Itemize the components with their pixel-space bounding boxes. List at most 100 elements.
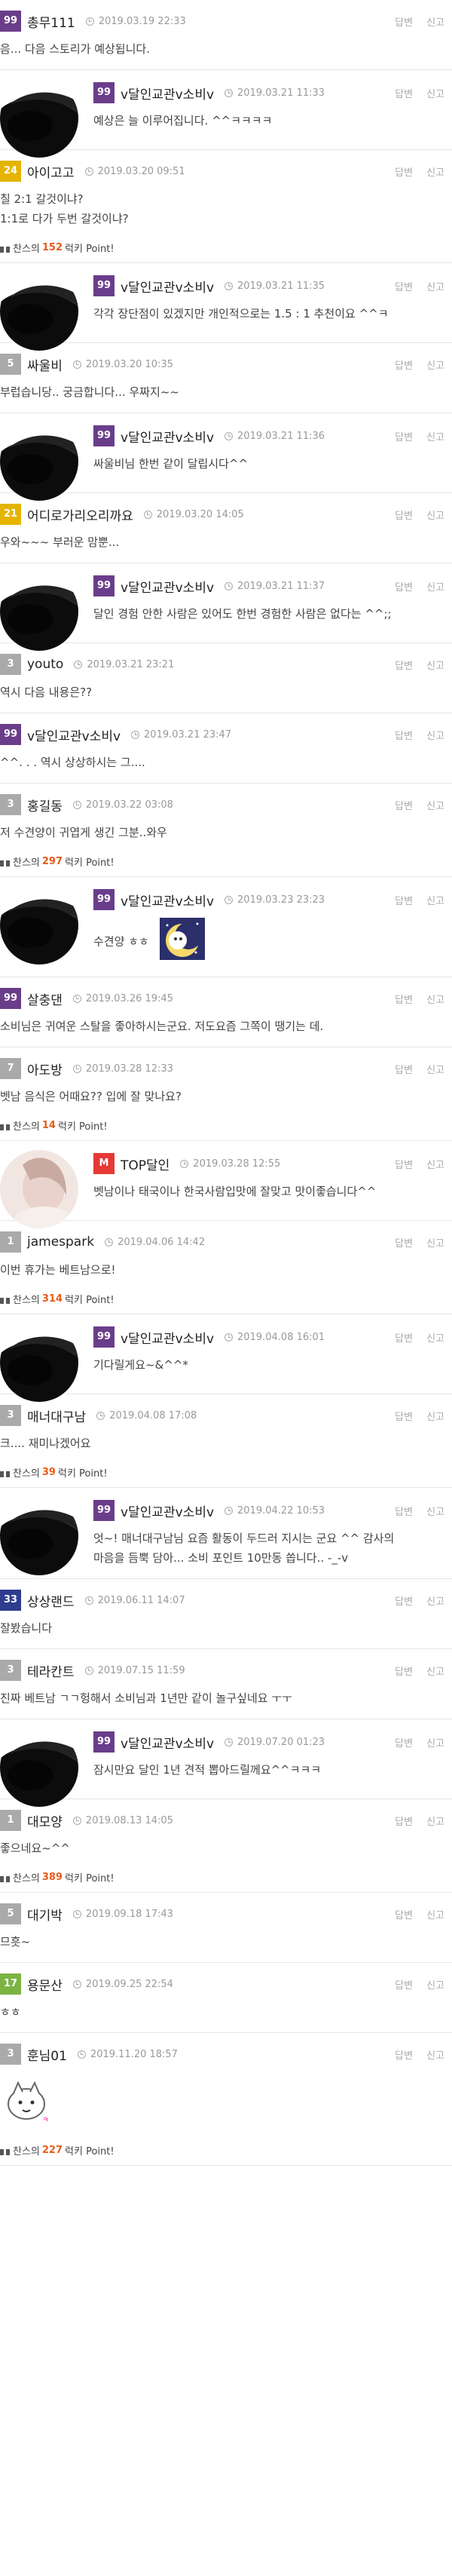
report-button[interactable]: 신고	[426, 1735, 444, 1750]
avatar[interactable]	[0, 1728, 78, 1807]
author-name[interactable]: 훈님01	[27, 2045, 67, 2064]
report-button[interactable]: 신고	[426, 1907, 444, 1921]
level-badge: 3	[0, 794, 21, 815]
point-prefix: 찬스의	[13, 1295, 40, 1306]
author-name[interactable]: 총무111	[27, 12, 75, 31]
reply-button[interactable]: 답변	[395, 1907, 413, 1921]
comment-text: 벳남 음식은 어때요?? 입에 잘 맞나요?	[0, 1090, 182, 1103]
author-name[interactable]: 살충댄	[27, 989, 63, 1008]
reply-button[interactable]: 답변	[395, 14, 413, 29]
reply-button[interactable]: 답변	[395, 728, 413, 742]
clock-icon	[84, 1596, 93, 1605]
author-name[interactable]: 테라칸트	[27, 1661, 75, 1680]
report-button[interactable]: 신고	[426, 893, 444, 907]
comment-actions: 답변 신고	[395, 992, 444, 1006]
report-button[interactable]: 신고	[426, 1593, 444, 1608]
avatar[interactable]	[0, 272, 78, 351]
author-name[interactable]: 홍길동	[27, 796, 63, 814]
author-name[interactable]: v달인교관v소비v	[121, 84, 214, 103]
author-name[interactable]: 싸울비	[27, 355, 63, 374]
report-button[interactable]: 신고	[426, 1664, 444, 1678]
report-button[interactable]: 신고	[426, 164, 444, 179]
report-button[interactable]: 신고	[426, 1157, 444, 1171]
comment-actions: 답변 신고	[395, 14, 444, 29]
avatar[interactable]	[0, 572, 78, 651]
reply-button[interactable]: 답변	[395, 429, 413, 443]
reply-button[interactable]: 답변	[395, 1157, 413, 1171]
gift-icon	[0, 1121, 10, 1130]
reply-button[interactable]: 답변	[395, 1330, 413, 1345]
reply-button[interactable]: 답변	[395, 1504, 413, 1518]
report-button[interactable]: 신고	[426, 1814, 444, 1828]
reply-button[interactable]: 답변	[395, 357, 413, 372]
author-name[interactable]: v달인교관v소비v	[121, 1733, 214, 1752]
avatar[interactable]	[0, 886, 78, 964]
report-button[interactable]: 신고	[426, 1977, 444, 1992]
report-button[interactable]: 신고	[426, 798, 444, 812]
reply-button[interactable]: 답변	[395, 1664, 413, 1678]
author-name[interactable]: v달인교관v소비v	[121, 1501, 214, 1520]
author-name[interactable]: 아이고고	[27, 162, 75, 181]
author-name[interactable]: v달인교관v소비v	[121, 891, 214, 909]
avatar[interactable]	[0, 1323, 78, 1402]
author-name[interactable]: youto	[27, 657, 63, 672]
comment-text: ^^. . . 역시 상상하시는 그....	[0, 756, 145, 769]
reply-button[interactable]: 답변	[395, 508, 413, 522]
reply-button[interactable]: 답변	[395, 86, 413, 100]
reply-button[interactable]: 답변	[395, 164, 413, 179]
report-button[interactable]: 신고	[426, 1062, 444, 1076]
reply-button[interactable]: 답변	[395, 1593, 413, 1608]
reply-button[interactable]: 답변	[395, 1977, 413, 1992]
report-button[interactable]: 신고	[426, 14, 444, 29]
report-button[interactable]: 신고	[426, 579, 444, 593]
reply-button[interactable]: 답변	[395, 1814, 413, 1828]
avatar[interactable]	[0, 1150, 78, 1228]
author-name[interactable]: v달인교관v소비v	[121, 1328, 214, 1347]
reply-button[interactable]: 답변	[395, 1062, 413, 1076]
reply-button[interactable]: 답변	[395, 893, 413, 907]
author-name[interactable]: 상상랜드	[27, 1591, 75, 1610]
report-button[interactable]: 신고	[426, 1409, 444, 1423]
reply-button[interactable]: 답변	[395, 2047, 413, 2062]
author-name[interactable]: v달인교관v소비v	[121, 577, 214, 596]
reply-button[interactable]: 답변	[395, 798, 413, 812]
comment-body: 달인 경험 안한 사람은 있어도 한번 경험한 사람은 없다는 ^^;;	[93, 600, 444, 627]
reply-button[interactable]: 답변	[395, 1735, 413, 1750]
report-button[interactable]: 신고	[426, 2047, 444, 2062]
avatar[interactable]	[0, 1497, 78, 1575]
avatar[interactable]	[0, 79, 78, 158]
report-button[interactable]: 신고	[426, 728, 444, 742]
author-name[interactable]: TOP달인	[121, 1155, 170, 1173]
comment-body: 기다릴게요~&^^*	[93, 1351, 444, 1378]
reply-button[interactable]: 답변	[395, 279, 413, 293]
author-name[interactable]: 아도방	[27, 1060, 63, 1078]
reply-button[interactable]: 답변	[395, 579, 413, 593]
author-name[interactable]: jamespark	[27, 1234, 94, 1250]
avatar[interactable]	[0, 422, 78, 501]
author-name[interactable]: 대기박	[27, 1905, 63, 1924]
report-button[interactable]: 신고	[426, 658, 444, 672]
reply-button[interactable]: 답변	[395, 1235, 413, 1250]
author-name[interactable]: 어디로가리오리까요	[27, 505, 133, 524]
author-name[interactable]: 용문산	[27, 1975, 63, 1994]
reply-button[interactable]: 답변	[395, 658, 413, 672]
reply-button[interactable]: 답변	[395, 1409, 413, 1423]
comment-text: 잘봤습니다	[0, 1621, 53, 1635]
comment-text: 칠 2:1 갈것이냐?	[0, 192, 84, 206]
author-name[interactable]: v달인교관v소비v	[121, 427, 214, 446]
report-button[interactable]: 신고	[426, 1235, 444, 1250]
author-name[interactable]: v달인교관v소비v	[27, 725, 121, 744]
report-button[interactable]: 신고	[426, 86, 444, 100]
report-button[interactable]: 신고	[426, 429, 444, 443]
report-button[interactable]: 신고	[426, 992, 444, 1006]
author-name[interactable]: 대모양	[27, 1811, 63, 1830]
report-button[interactable]: 신고	[426, 357, 444, 372]
author-name[interactable]: v달인교관v소비v	[121, 277, 214, 296]
report-button[interactable]: 신고	[426, 1330, 444, 1345]
comment-date: 2019.07.20 01:23	[224, 1737, 325, 1748]
reply-button[interactable]: 답변	[395, 992, 413, 1006]
report-button[interactable]: 신고	[426, 279, 444, 293]
report-button[interactable]: 신고	[426, 1504, 444, 1518]
report-button[interactable]: 신고	[426, 508, 444, 522]
author-name[interactable]: 매너대구남	[27, 1406, 86, 1425]
